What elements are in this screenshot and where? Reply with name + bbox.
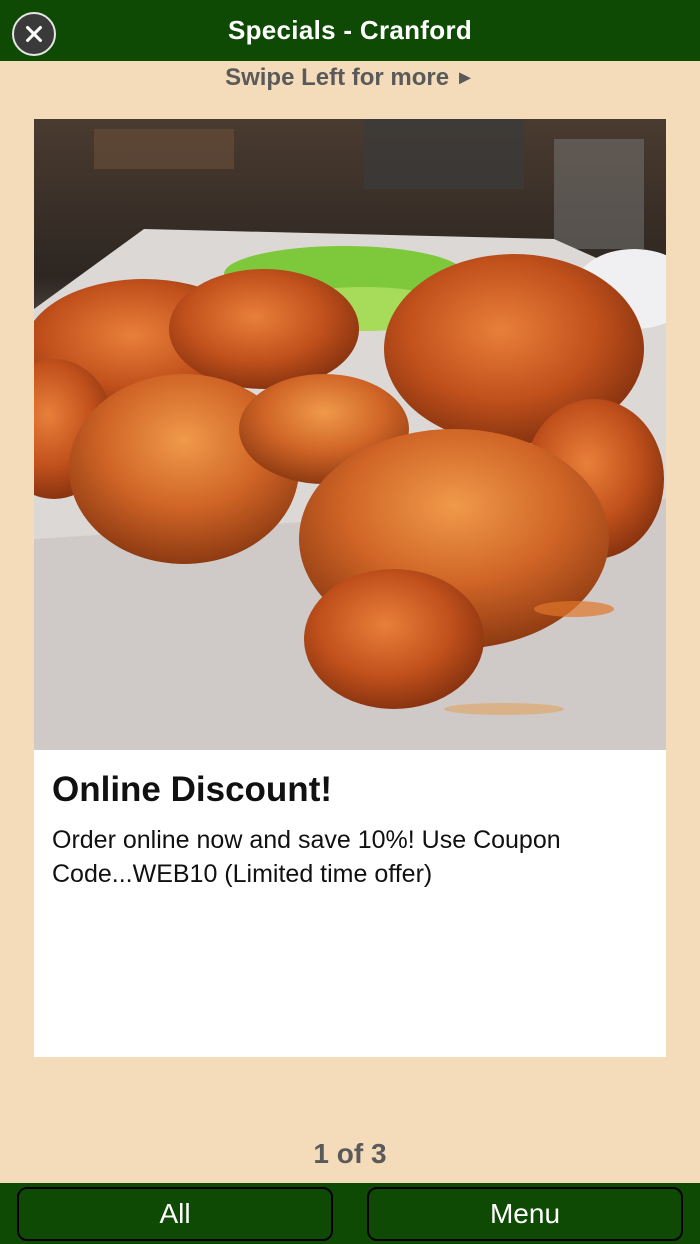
swipe-hint-label: Swipe Left for more bbox=[225, 64, 450, 91]
special-title: Online Discount! bbox=[52, 770, 332, 809]
close-button[interactable] bbox=[12, 12, 56, 56]
right-arrow-icon: ► bbox=[455, 66, 475, 89]
special-image bbox=[34, 119, 666, 750]
bottom-nav: All Menu bbox=[0, 1183, 700, 1244]
page-title: Specials - Cranford bbox=[227, 15, 473, 45]
special-description: Order online now and save 10%! Use Coupo… bbox=[52, 826, 561, 888]
menu-button[interactable]: Menu bbox=[367, 1187, 683, 1241]
swipe-hint: Swipe Left for more ► bbox=[0, 61, 700, 95]
top-bar: Specials - Cranford bbox=[0, 0, 700, 61]
all-button[interactable]: All bbox=[17, 1187, 333, 1241]
food-photo bbox=[34, 119, 666, 750]
page-indicator: 1 of 3 bbox=[313, 1138, 387, 1169]
close-icon bbox=[26, 26, 42, 42]
special-card[interactable]: Online Discount! Order online now and sa… bbox=[34, 119, 666, 1057]
